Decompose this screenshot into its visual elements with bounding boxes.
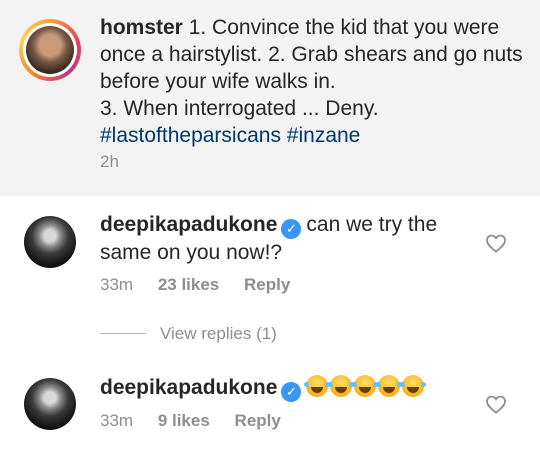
comment-timestamp: 33m (100, 275, 134, 294)
comment-likes-link[interactable]: 9 likes (158, 411, 210, 431)
comment-meta: 33m 23 likes Reply (100, 275, 290, 295)
emoji-row (304, 375, 427, 399)
laughing-emoji-icon (304, 375, 331, 397)
comment-username[interactable]: deepikapadukone (100, 213, 277, 236)
comment-item: deepikapadukone ✓ 33m 9 likes Reply (0, 360, 540, 450)
verified-badge-icon: ✓ (281, 382, 302, 402)
caption-line-3: 3. When interrogated ... Deny. (100, 97, 379, 120)
comment-likes-link[interactable]: 23 likes (158, 275, 219, 295)
heart-outline-icon[interactable] (484, 231, 508, 255)
comment-item: deepikapadukone ✓ can we try the same on y… (0, 196, 540, 326)
laughing-emoji-icon (328, 375, 355, 397)
caption-author-avatar[interactable] (19, 19, 81, 81)
laughing-emoji-icon (400, 375, 427, 397)
comment-meta: 33m 9 likes Reply (100, 411, 281, 431)
replies-divider (100, 333, 146, 334)
caption-text: homster 1. Convince the kid that you wer… (100, 14, 530, 149)
caption-username[interactable]: homster (100, 16, 183, 39)
laughing-emoji-icon (352, 375, 379, 397)
caption-timestamp: 2h (100, 152, 119, 171)
comment-author-avatar[interactable] (24, 216, 76, 268)
comment-username[interactable]: deepikapadukone (100, 376, 277, 399)
verified-badge-icon: ✓ (281, 219, 302, 239)
heart-outline-icon[interactable] (484, 392, 508, 416)
reply-button[interactable]: Reply (244, 275, 290, 295)
comment-text: deepikapadukone ✓ can we try the same on y… (100, 211, 470, 266)
reply-button[interactable]: Reply (235, 411, 281, 431)
post-caption: homster 1. Convince the kid that you wer… (0, 0, 540, 196)
comment-author-avatar[interactable] (24, 378, 76, 430)
hashtag-lastoftheparsicans[interactable]: #lastoftheparsicans (100, 124, 281, 147)
comment-text: deepikapadukone ✓ (100, 374, 470, 402)
view-replies-button[interactable]: View replies (1) (160, 324, 277, 344)
laughing-emoji-icon (376, 375, 403, 397)
hashtag-inzane[interactable]: #inzane (287, 124, 361, 147)
comment-timestamp: 33m (100, 411, 134, 430)
